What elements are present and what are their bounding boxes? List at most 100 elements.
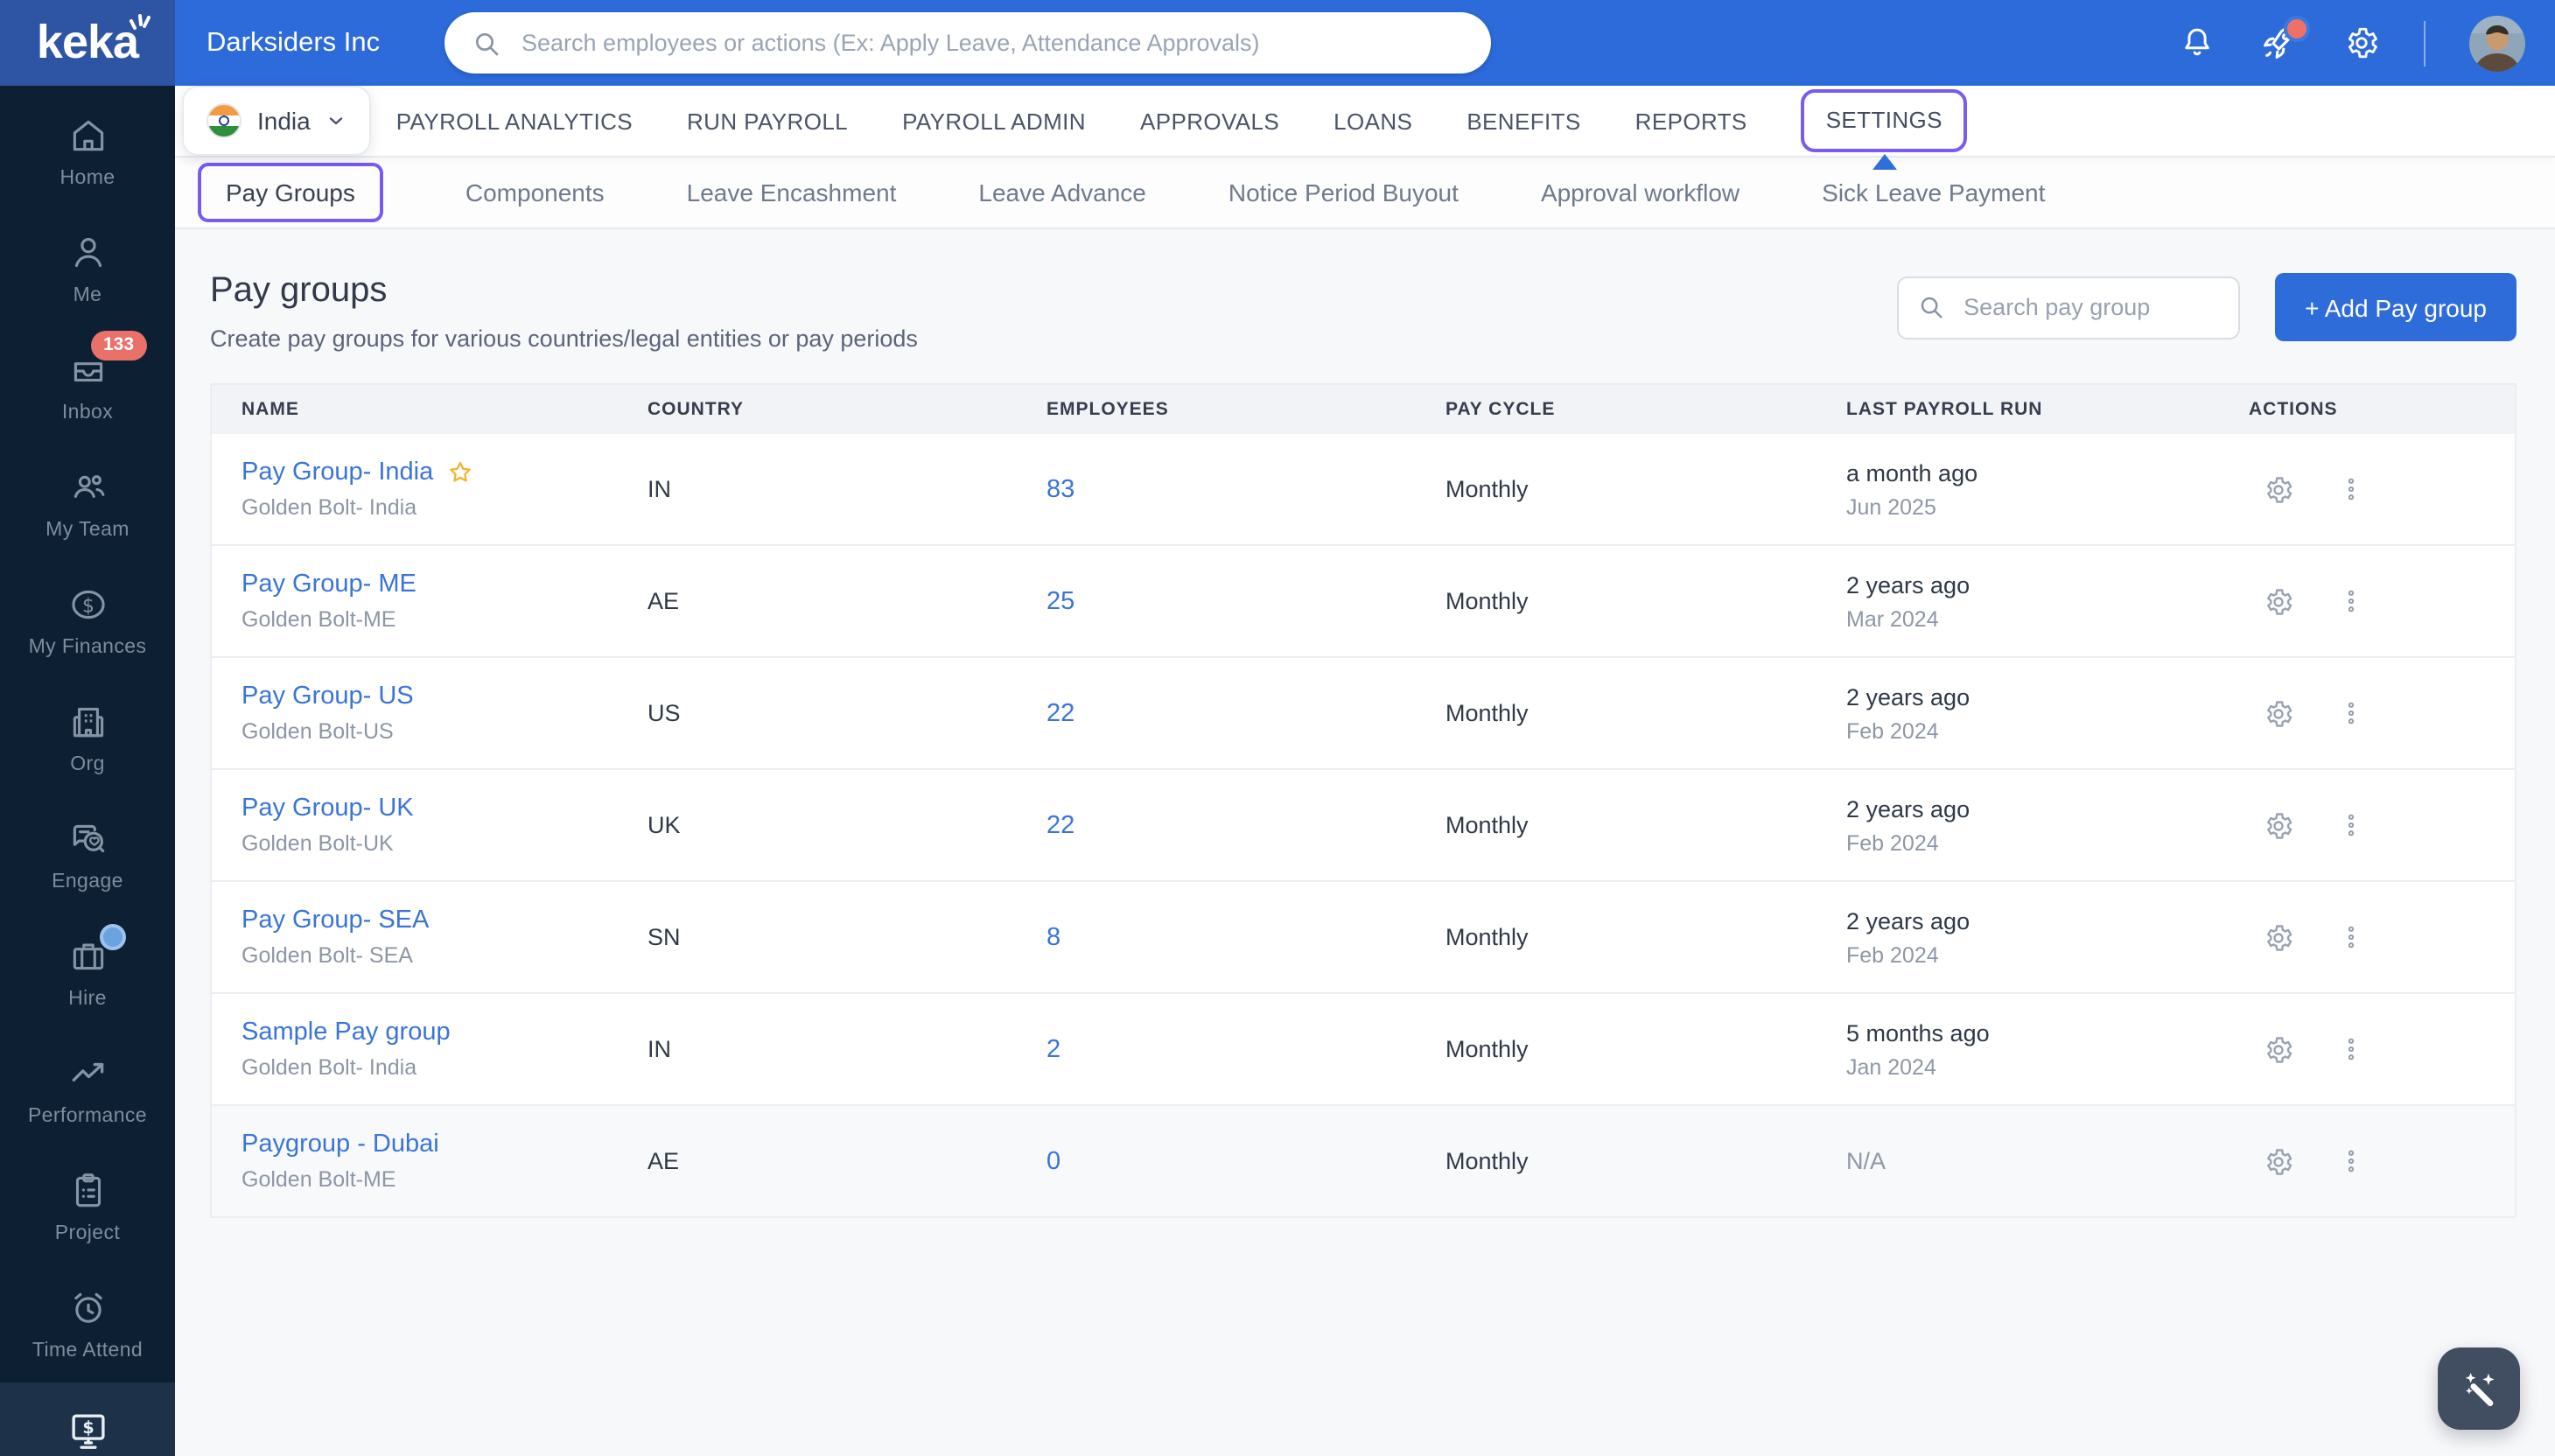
- col-employees: EMPLOYEES: [1046, 399, 1169, 420]
- legal-entity: Golden Bolt- India: [242, 495, 417, 520]
- country-selector[interactable]: India: [182, 86, 372, 156]
- chevron-down-icon: [330, 117, 343, 125]
- team-icon: [73, 475, 104, 498]
- pay-group-link[interactable]: Sample Pay group: [242, 1018, 451, 1046]
- subtab-approval-workflow[interactable]: Approval workflow: [1541, 178, 1740, 206]
- row-settings-gear-icon[interactable]: [2263, 1033, 2294, 1065]
- keka-logo-text: keka: [36, 16, 139, 68]
- row-settings-gear-icon[interactable]: [2263, 585, 2294, 617]
- employee-count-link[interactable]: 8: [1046, 923, 1060, 951]
- row-settings-gear-icon[interactable]: [2263, 1145, 2294, 1177]
- row-kebab-menu-icon[interactable]: [2336, 474, 2366, 504]
- row-kebab-menu-icon[interactable]: [2336, 698, 2366, 728]
- sidebar-item-project[interactable]: Project: [0, 1148, 175, 1265]
- row-settings-gear-icon[interactable]: [2263, 697, 2294, 729]
- table-header: NAME COUNTRY EMPLOYEES PAY CYCLE LAST PA…: [212, 385, 2515, 434]
- row-settings-gear-icon[interactable]: [2263, 921, 2294, 953]
- sidebar-item-inbox[interactable]: 133 Inbox: [0, 327, 175, 444]
- sidebar-item-engage[interactable]: Engage: [0, 796, 175, 914]
- sidebar-item-home[interactable]: Home: [0, 93, 175, 210]
- sidebar-item-hire[interactable]: Hire: [0, 914, 175, 1031]
- active-tab-pointer: [1872, 154, 1897, 170]
- sidebar-item-label: Org: [70, 754, 105, 775]
- page-header: Pay groups Create pay groups for various…: [210, 268, 2516, 352]
- tab-settings-highlight[interactable]: SETTINGS: [1801, 89, 1967, 170]
- employee-count-link[interactable]: 25: [1046, 587, 1074, 615]
- employee-count-link[interactable]: 0: [1046, 1147, 1060, 1175]
- employee-count-link[interactable]: 83: [1046, 475, 1074, 503]
- pay-group-link[interactable]: Pay Group- ME: [242, 570, 416, 598]
- pay-group-search[interactable]: [1897, 276, 2241, 339]
- magic-wand-assistant-button[interactable]: [2438, 1348, 2520, 1430]
- tab-reports[interactable]: REPORTS: [1635, 108, 1747, 134]
- subtab-notice-period-buyout[interactable]: Notice Period Buyout: [1228, 178, 1459, 206]
- last-payroll-run: 2 years ago Feb 2024: [1846, 683, 1970, 743]
- row-kebab-menu-icon[interactable]: [2336, 1034, 2366, 1064]
- pay-group-link[interactable]: Pay Group- UK: [242, 794, 414, 822]
- sidebar-item-label: Performance: [27, 1106, 148, 1127]
- sidebar-item-performance[interactable]: Performance: [0, 1031, 175, 1148]
- tab-run-payroll[interactable]: RUN PAYROLL: [687, 108, 848, 134]
- row-kebab-menu-icon[interactable]: [2336, 1146, 2366, 1176]
- sidebar-item-label: Project: [54, 1223, 121, 1244]
- global-search-input[interactable]: [518, 28, 1463, 58]
- tab-approvals[interactable]: APPROVALS: [1140, 108, 1279, 134]
- sidebar-item-label: Time Attend: [32, 1340, 144, 1362]
- inbox-count-badge: 133: [91, 331, 147, 360]
- subtab-pay-groups[interactable]: Pay Groups: [198, 162, 383, 221]
- pay-group-link[interactable]: Paygroup - Dubai: [242, 1130, 439, 1158]
- subtab-components[interactable]: Components: [466, 178, 605, 206]
- sidebar-item-my-finances[interactable]: $ My Finances: [0, 562, 175, 679]
- legal-entity: Golden Bolt-ME: [242, 607, 396, 632]
- employee-count-link[interactable]: 2: [1046, 1035, 1060, 1063]
- tab-loans[interactable]: LOANS: [1334, 108, 1412, 134]
- logo-spark-icon: [130, 14, 150, 30]
- subtab-leave-encashment[interactable]: Leave Encashment: [687, 178, 897, 206]
- pay-group-link[interactable]: Pay Group- US: [242, 682, 414, 710]
- tab-settings[interactable]: SETTINGS: [1826, 107, 1942, 133]
- svg-text:$: $: [81, 1418, 93, 1438]
- row-settings-gear-icon[interactable]: [2263, 473, 2294, 505]
- sidebar-item-my-team[interactable]: My Team: [0, 444, 175, 562]
- sidebar-item-time-attend[interactable]: Time Attend: [0, 1265, 175, 1382]
- keka-app: keka Darksiders Inc Search employees or …: [0, 0, 2555, 1456]
- keka-logo[interactable]: keka: [0, 0, 175, 86]
- tab-payroll-analytics[interactable]: PAYROLL ANALYTICS: [396, 108, 633, 134]
- legal-entity: Golden Bolt- India: [242, 1055, 417, 1080]
- pay-group-search-input[interactable]: [1960, 292, 2220, 322]
- org-icon: [72, 707, 103, 738]
- settings-gear-icon[interactable]: [2343, 24, 2380, 61]
- table-row: Pay Group- UK Golden Bolt-UK UK 22 Month…: [212, 770, 2515, 882]
- legal-entity: Golden Bolt-UK: [242, 831, 394, 856]
- page-subtitle: Create pay groups for various countries/…: [210, 326, 918, 352]
- sidebar-item-payroll[interactable]: $: [0, 1382, 175, 1456]
- employee-count-link[interactable]: 22: [1046, 699, 1074, 727]
- row-settings-gear-icon[interactable]: [2263, 809, 2294, 841]
- subtab-sick-leave-payment[interactable]: Sick Leave Payment: [1822, 178, 2045, 206]
- tab-payroll-admin[interactable]: PAYROLL ADMIN: [902, 108, 1086, 134]
- sidebar-item-me[interactable]: Me: [0, 210, 175, 327]
- global-search[interactable]: [444, 12, 1491, 74]
- pay-cycle: Monthly: [1446, 588, 1529, 614]
- tab-benefits[interactable]: BENEFITS: [1466, 108, 1580, 134]
- row-kebab-menu-icon[interactable]: [2336, 810, 2366, 840]
- country-code: AE: [648, 1148, 680, 1174]
- row-kebab-menu-icon[interactable]: [2336, 922, 2366, 952]
- add-pay-group-button[interactable]: + Add Pay group: [2275, 273, 2516, 341]
- sidebar-item-org[interactable]: Org: [0, 679, 175, 796]
- row-kebab-menu-icon[interactable]: [2336, 586, 2366, 616]
- pay-group-link[interactable]: Pay Group- India: [242, 458, 473, 486]
- pay-group-link[interactable]: Pay Group- SEA: [242, 906, 429, 934]
- country-code: IN: [648, 1036, 671, 1062]
- employee-count-link[interactable]: 22: [1046, 811, 1074, 839]
- topbar-actions: [2179, 0, 2525, 86]
- whats-new-rocket-icon[interactable]: [2259, 16, 2310, 63]
- search-icon: [476, 32, 499, 55]
- user-avatar[interactable]: [2469, 15, 2525, 71]
- notifications-bell-icon[interactable]: [2179, 24, 2216, 61]
- india-flag-icon: [206, 103, 242, 138]
- pay-groups-table: NAME COUNTRY EMPLOYEES PAY CYCLE LAST PA…: [210, 383, 2516, 1218]
- favorite-star-icon[interactable]: [445, 458, 473, 486]
- table-row: Sample Pay group Golden Bolt- India IN 2…: [212, 994, 2515, 1106]
- subtab-leave-advance[interactable]: Leave Advance: [978, 178, 1146, 206]
